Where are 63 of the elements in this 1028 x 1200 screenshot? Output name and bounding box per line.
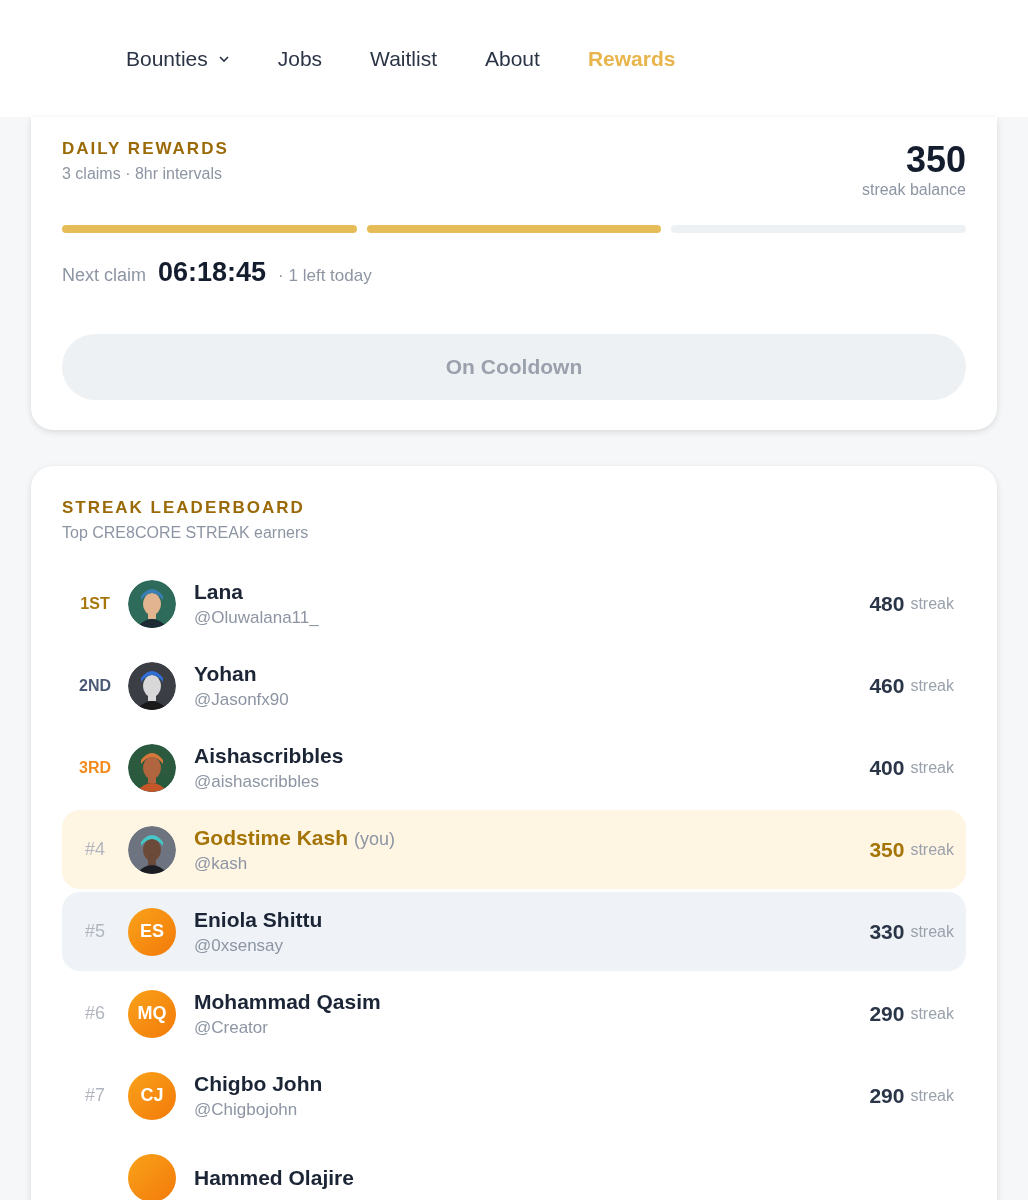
- user-handle: @Jasonfx90: [194, 689, 290, 710]
- user-name: Lana: [194, 579, 243, 604]
- countdown-timer: 06:18:45: [158, 257, 267, 288]
- balance-label: streak balance: [861, 181, 966, 199]
- you-label: (you): [354, 828, 396, 850]
- streak-score: 290: [869, 1083, 905, 1108]
- nav-link[interactable]: Jobs: [277, 46, 323, 71]
- user-name: Yohan: [194, 661, 257, 686]
- user-name: Hammed Olajire: [194, 1165, 354, 1190]
- streak-unit: streak: [910, 840, 954, 859]
- rank-label: #6: [84, 1003, 106, 1024]
- user-handle: @0xsensay: [194, 935, 285, 956]
- leaderboard-row[interactable]: Hammed Olajire: [62, 1138, 966, 1200]
- avatar-initials: [128, 1153, 176, 1200]
- leaderboard-row[interactable]: #7 CJ Chigbo John @Chigbojohn 290 streak: [62, 1056, 966, 1135]
- section-title: DAILY REWARDS: [62, 139, 229, 159]
- user-name: Aishascribbles: [194, 743, 344, 768]
- streak-unit: streak: [910, 676, 954, 695]
- section-title: STREAK LEADERBOARD: [62, 498, 306, 518]
- nav-link[interactable]: Waitlist: [370, 46, 437, 71]
- streak-unit: streak: [910, 594, 954, 613]
- nav-link[interactable]: About: [485, 46, 540, 71]
- user-handle: @kash: [194, 853, 249, 874]
- avatar-initials: MQ: [128, 989, 176, 1038]
- streak-unit: streak: [910, 758, 954, 777]
- streak-score: 330: [869, 919, 905, 944]
- rank-label: #4: [84, 839, 106, 860]
- leaderboard-row[interactable]: 3RD Aishascribbles @aishascribbles 400 streak: [62, 728, 966, 807]
- streak-score: 480: [869, 591, 905, 616]
- rank-label: 1ST: [79, 594, 111, 613]
- leaderboard-row[interactable]: 2ND Yohan @Jasonfx90 460 streak: [62, 646, 966, 725]
- streak-score: 290: [869, 1001, 905, 1026]
- leaderboard-row[interactable]: #5 ES Eniola Shittu @0xsensay 330 streak: [62, 892, 966, 971]
- user-handle: @Oluwalana11_: [194, 607, 320, 628]
- avatar-initials: ES: [128, 907, 176, 956]
- user-name: Chigbo John: [194, 1071, 323, 1096]
- user-handle: @Chigbojohn: [194, 1099, 299, 1120]
- balance-value: 350: [904, 139, 966, 181]
- nav-link[interactable]: Bounties: [126, 46, 230, 71]
- next-claim-label: Next claim: [62, 265, 146, 286]
- leaderboard-row[interactable]: #4 Godstime Kash (you) @kash 350 streak: [62, 810, 966, 889]
- streak-unit: streak: [910, 1004, 954, 1023]
- streak-score: 460: [869, 673, 905, 698]
- rank-label: #5: [84, 921, 106, 942]
- user-name: Eniola Shittu: [194, 907, 323, 932]
- leaderboard-row[interactable]: #6 MQ Mohammad Qasim @Creator 290 streak: [62, 974, 966, 1053]
- streak-score: 400: [869, 755, 905, 780]
- chevron-down-icon: [217, 54, 230, 63]
- section-subtitle: Top CRE8CORE STREAK earners: [62, 524, 310, 542]
- user-handle: @Creator: [194, 1017, 269, 1038]
- section-subtitle: 3 claims · 8hr intervals: [62, 165, 224, 183]
- streak-score: 350: [869, 837, 905, 862]
- rank-label: 3RD: [78, 758, 112, 777]
- claims-remaining: · 1 left today: [278, 266, 372, 286]
- streak-unit: streak: [910, 1086, 954, 1105]
- avatar-initials: CJ: [128, 1071, 176, 1120]
- user-name: Mohammad Qasim: [194, 989, 381, 1014]
- leaderboard-row[interactable]: 1ST Lana @Oluwalana11_ 480 streak: [62, 564, 966, 643]
- user-handle: @aishascribbles: [194, 771, 320, 792]
- rank-label: 2ND: [78, 676, 112, 695]
- user-name: Godstime Kash: [194, 825, 349, 850]
- streak-unit: streak: [910, 922, 954, 941]
- rank-label: #7: [84, 1085, 106, 1106]
